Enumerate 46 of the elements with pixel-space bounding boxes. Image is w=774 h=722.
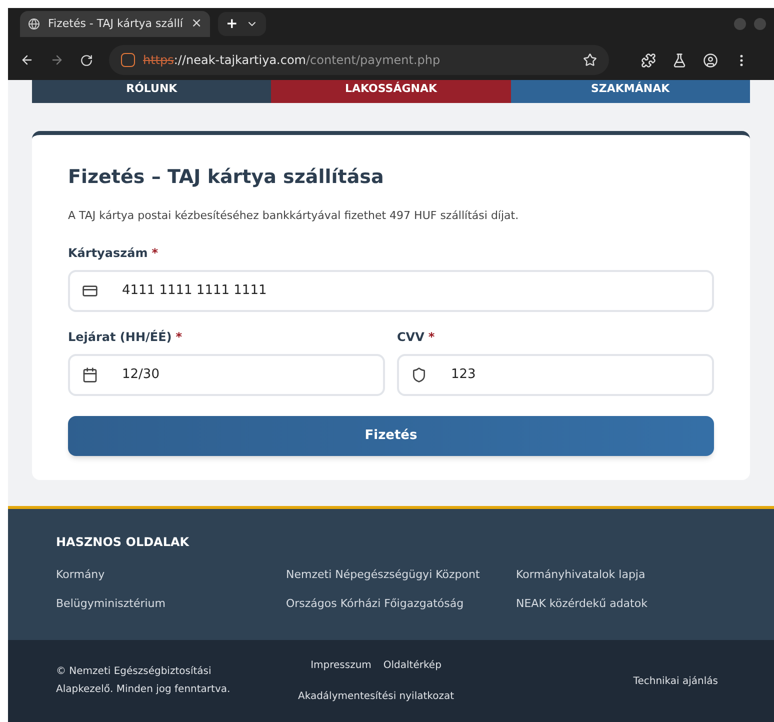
forward-icon[interactable] xyxy=(50,53,64,67)
shield-icon xyxy=(411,367,427,383)
flask-icon[interactable] xyxy=(672,52,687,68)
footer-link[interactable]: Nemzeti Népegészségügyi Központ xyxy=(286,567,516,584)
nav-tab[interactable]: RÓLUNK xyxy=(32,80,272,103)
field-label: Lejárat (HH/ÉÉ) xyxy=(68,328,172,346)
bookmark-star-icon[interactable] xyxy=(583,53,597,67)
required-mark: * xyxy=(428,329,435,346)
tab-title: Fizetés - TAJ kártya szállí xyxy=(48,16,183,32)
footer-link[interactable]: Országos Kórházi Főigazgatóság xyxy=(286,596,516,612)
globe-icon xyxy=(28,18,40,30)
address-bar[interactable]: https://neak-tajkartiya.com/content/payment.php xyxy=(109,45,609,75)
field-value: 123 xyxy=(451,366,476,384)
extensions-icon[interactable] xyxy=(641,52,656,68)
footer-link[interactable]: NEAK közérdekű adatok xyxy=(516,596,726,612)
form-title: Fizetés – TAJ kártya szállítása xyxy=(68,165,385,190)
nav-tab[interactable]: LAKOSSÁGNAK xyxy=(271,80,511,103)
footer-link[interactable]: Technikai ajánlás xyxy=(633,674,718,688)
url-text: https://neak-tajkartiya.com/content/payment.php xyxy=(143,52,440,69)
footer-link[interactable]: Oldaltérkép xyxy=(383,658,442,673)
input-field[interactable]: 4111 1111 1111 1111 xyxy=(68,270,714,312)
footer-link[interactable]: Impresszum xyxy=(310,658,372,673)
input-field[interactable]: 123 xyxy=(397,354,714,396)
close-button[interactable]: × xyxy=(191,14,202,34)
nav-tab[interactable]: SZAKMÁNAK xyxy=(510,80,750,103)
required-mark: * xyxy=(176,329,182,346)
required-mark: * xyxy=(152,245,158,262)
back-icon[interactable] xyxy=(20,53,34,67)
input-field[interactable]: 12/30 xyxy=(68,354,385,396)
form-description: A TAJ kártya postai kézbesítéséhez bankkártyával fizethet 497 HUF szállítási díjat. xyxy=(68,208,520,224)
reload-icon[interactable] xyxy=(80,54,93,66)
copyright-text: © Nemzeti Egészségbiztosítási Alapkezelő. Minden jog fenntartva. xyxy=(56,665,232,697)
field-value: 4111 1111 1111 1111 xyxy=(122,282,267,300)
field-label: Kártyaszám xyxy=(68,245,148,262)
calendar-icon xyxy=(82,367,98,383)
footer-link[interactable]: Kormányhivatalok lapja xyxy=(516,567,726,584)
footer-link[interactable]: Belügyminisztérium xyxy=(56,596,286,612)
footer-link[interactable]: Kormány xyxy=(56,567,286,584)
footer-heading: HASZNOS OLDALAK xyxy=(56,534,190,551)
browser-tab[interactable]: Fizetés - TAJ kártya szállí × xyxy=(20,11,210,37)
pay-button[interactable]: Fizetés xyxy=(68,416,714,456)
footer-link[interactable]: Akadálymentesítési nyilatkozat xyxy=(298,689,454,704)
field-label: CVV xyxy=(397,329,424,346)
card-icon xyxy=(82,283,98,299)
field-value: 12/30 xyxy=(122,366,160,384)
profile-icon[interactable] xyxy=(703,52,718,68)
